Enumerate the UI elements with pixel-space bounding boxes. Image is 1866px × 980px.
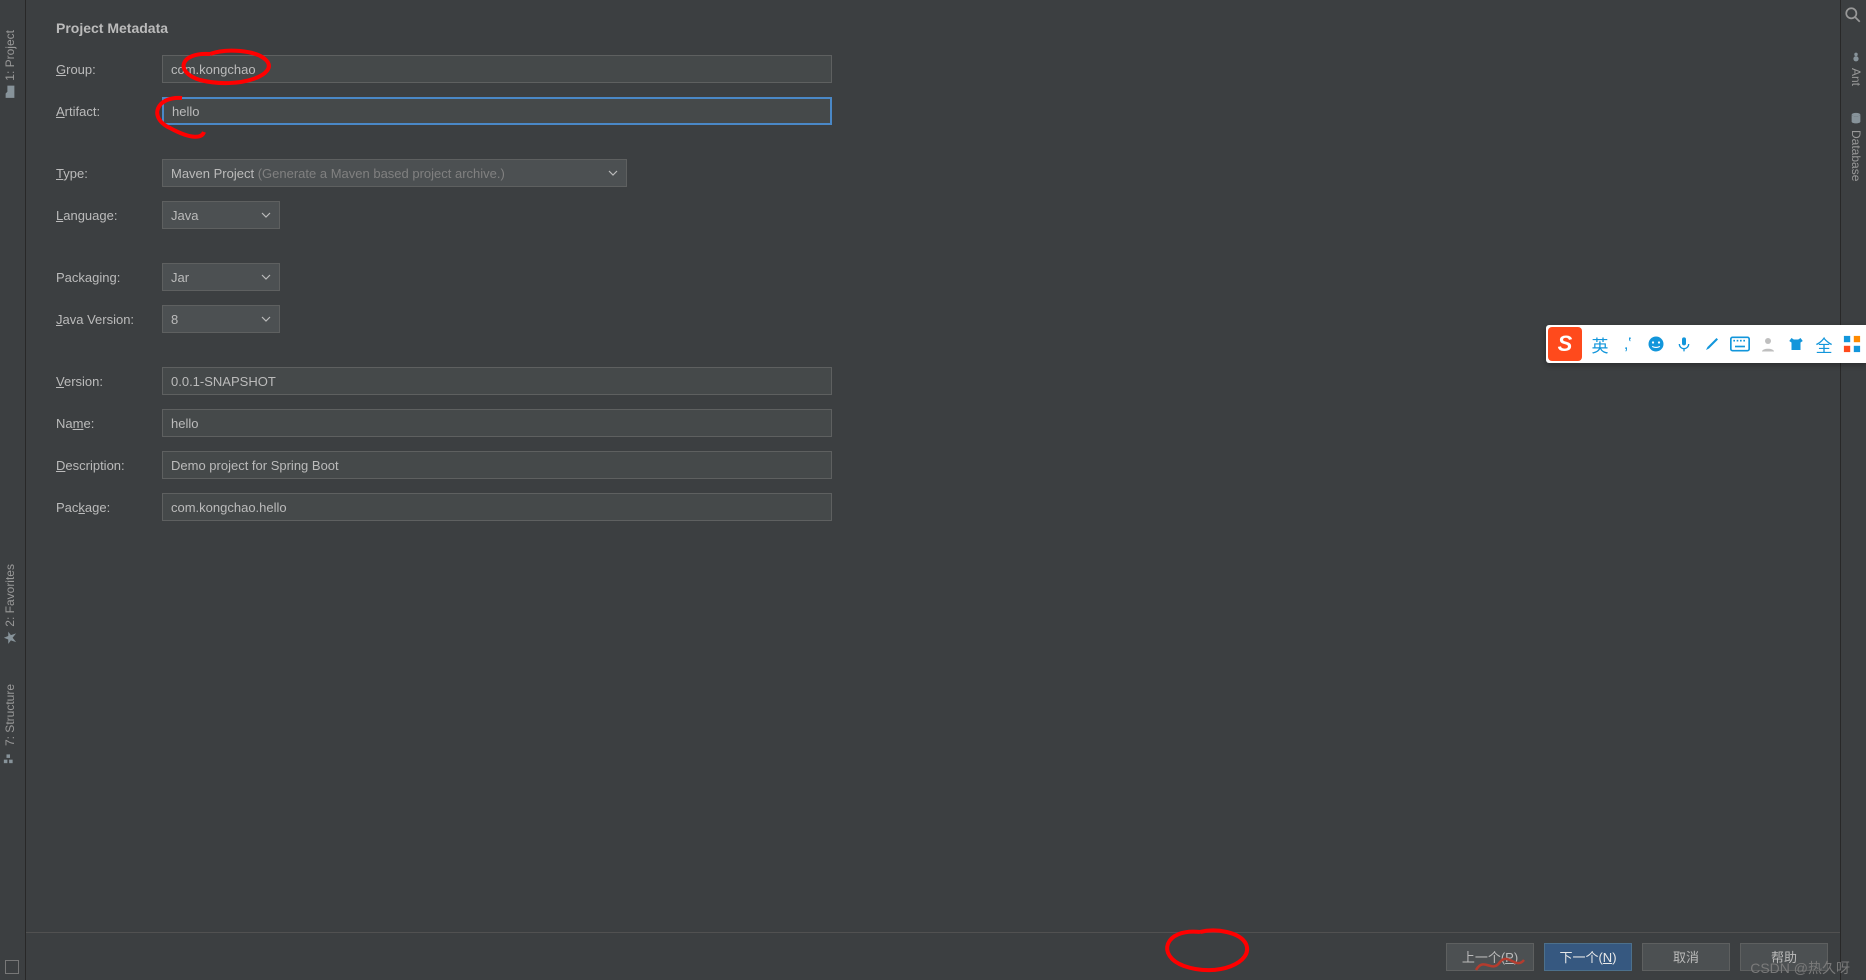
ime-mic-button[interactable] [1670, 328, 1698, 360]
dialog-main-area: Project Metadata Group: Artifact: Type: … [26, 0, 1840, 980]
search-icon[interactable] [1844, 6, 1862, 29]
ime-grid-button[interactable] [1838, 328, 1866, 360]
type-combo[interactable]: Maven Project (Generate a Maven based pr… [162, 159, 627, 187]
chevron-down-icon [608, 168, 618, 178]
version-input[interactable] [162, 367, 832, 395]
type-label: Type: [56, 166, 162, 181]
sidebar-ant-label: Ant [1849, 68, 1863, 86]
dialog-heading: Project Metadata [56, 20, 1810, 36]
sidebar-database-tool[interactable]: Database [1846, 108, 1866, 185]
name-input[interactable] [162, 409, 832, 437]
sidebar-structure-label: 7: Structure [3, 684, 17, 746]
java-version-label: Java Version: [56, 312, 162, 327]
ime-skin-button[interactable] [1782, 328, 1810, 360]
language-combo[interactable]: Java [162, 201, 280, 229]
folder-icon [3, 85, 17, 99]
ime-user-button[interactable] [1754, 328, 1782, 360]
java-version-value: 8 [171, 312, 178, 327]
java-version-combo[interactable]: 8 [162, 305, 280, 333]
sidebar-project-label: 1: Project [3, 30, 17, 81]
next-button[interactable]: 下一个(N) [1544, 943, 1632, 971]
artifact-label: Artifact: [56, 104, 162, 119]
left-tool-sidebar: 1: Project 2: Favorites 7: Structure [0, 0, 26, 980]
packaging-value: Jar [171, 270, 189, 285]
package-input[interactable] [162, 493, 832, 521]
structure-icon [3, 750, 17, 764]
ime-toolbar[interactable]: S 英 ‚‛ 全 [1546, 325, 1866, 363]
package-label: Package: [56, 500, 162, 515]
packaging-label: Packaging: [56, 270, 162, 285]
right-tool-sidebar: Ant Database [1840, 0, 1866, 980]
sidebar-structure-tool[interactable]: 7: Structure [0, 680, 20, 768]
ant-icon [1849, 50, 1863, 64]
name-label: Name: [56, 416, 162, 431]
sidebar-ant-tool[interactable]: Ant [1846, 46, 1866, 90]
type-hint: (Generate a Maven based project archive.… [258, 166, 505, 181]
database-icon [1849, 112, 1863, 126]
project-metadata-form: Project Metadata Group: Artifact: Type: … [56, 20, 1810, 534]
previous-button[interactable]: 上一个(P) [1446, 943, 1534, 971]
ime-keyboard-button[interactable] [1726, 328, 1754, 360]
artifact-input[interactable] [162, 97, 832, 125]
language-label: Language: [56, 208, 162, 223]
version-label: Version: [56, 374, 162, 389]
ime-full-button[interactable]: 全 [1810, 328, 1838, 360]
sidebar-favorites-tool[interactable]: 2: Favorites [0, 560, 20, 649]
ime-logo-icon: S [1548, 327, 1582, 361]
description-input[interactable] [162, 451, 832, 479]
type-value: Maven Project [171, 166, 254, 181]
ime-brush-button[interactable] [1698, 328, 1726, 360]
chevron-down-icon [261, 314, 271, 324]
group-input[interactable] [162, 55, 832, 83]
language-value: Java [171, 208, 198, 223]
cancel-button[interactable]: 取消 [1642, 943, 1730, 971]
ime-emoji-button[interactable] [1642, 328, 1670, 360]
ime-lang-button[interactable]: 英 [1586, 328, 1614, 360]
dialog-button-bar: 上一个(P) 下一个(N) 取消 帮助 [26, 932, 1840, 980]
chevron-down-icon [261, 210, 271, 220]
chevron-down-icon [261, 272, 271, 282]
group-label: Group: [56, 62, 162, 77]
watermark-text: CSDN @热久呀 [1750, 958, 1850, 978]
ime-punct-button[interactable]: ‚‛ [1614, 328, 1642, 360]
sidebar-project-tool[interactable]: 1: Project [0, 26, 20, 103]
description-label: Description: [56, 458, 162, 473]
packaging-combo[interactable]: Jar [162, 263, 280, 291]
star-icon [3, 631, 17, 645]
sidebar-favorites-label: 2: Favorites [3, 564, 17, 627]
status-indicator [5, 960, 19, 974]
sidebar-database-label: Database [1849, 130, 1863, 181]
